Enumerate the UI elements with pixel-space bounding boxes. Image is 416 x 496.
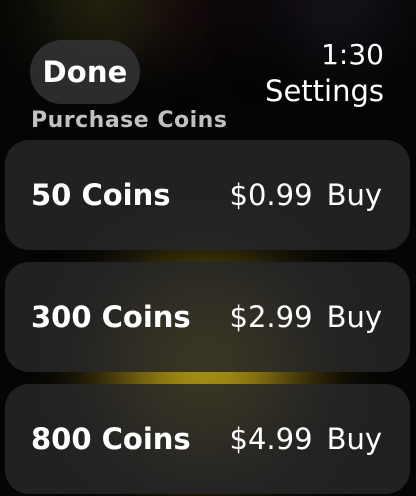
coin-package-quantity: 300 Coins — [31, 300, 191, 334]
coin-package-quantity: 50 Coins — [31, 178, 171, 212]
buy-button[interactable]: Buy — [327, 178, 382, 212]
coin-package-price: $4.99 — [229, 422, 313, 456]
coin-package-list: 50 Coins $0.99 Buy 300 Coins $2.99 Buy 8… — [0, 0, 416, 496]
coin-package-price: $0.99 — [229, 178, 313, 212]
coin-package-purchase: $2.99 Buy — [230, 300, 382, 334]
coin-package-purchase: $4.99 Buy — [230, 422, 382, 456]
coin-package-row[interactable]: 300 Coins $2.99 Buy — [5, 262, 410, 372]
coin-package-purchase: $0.99 Buy — [230, 178, 382, 212]
coin-package-row[interactable]: 800 Coins $4.99 Buy — [5, 384, 410, 494]
coin-package-row[interactable]: 50 Coins $0.99 Buy — [5, 140, 410, 250]
coin-package-quantity: 800 Coins — [31, 422, 191, 456]
coin-package-price: $2.99 — [229, 300, 313, 334]
buy-button[interactable]: Buy — [327, 422, 382, 456]
buy-button[interactable]: Buy — [327, 300, 382, 334]
